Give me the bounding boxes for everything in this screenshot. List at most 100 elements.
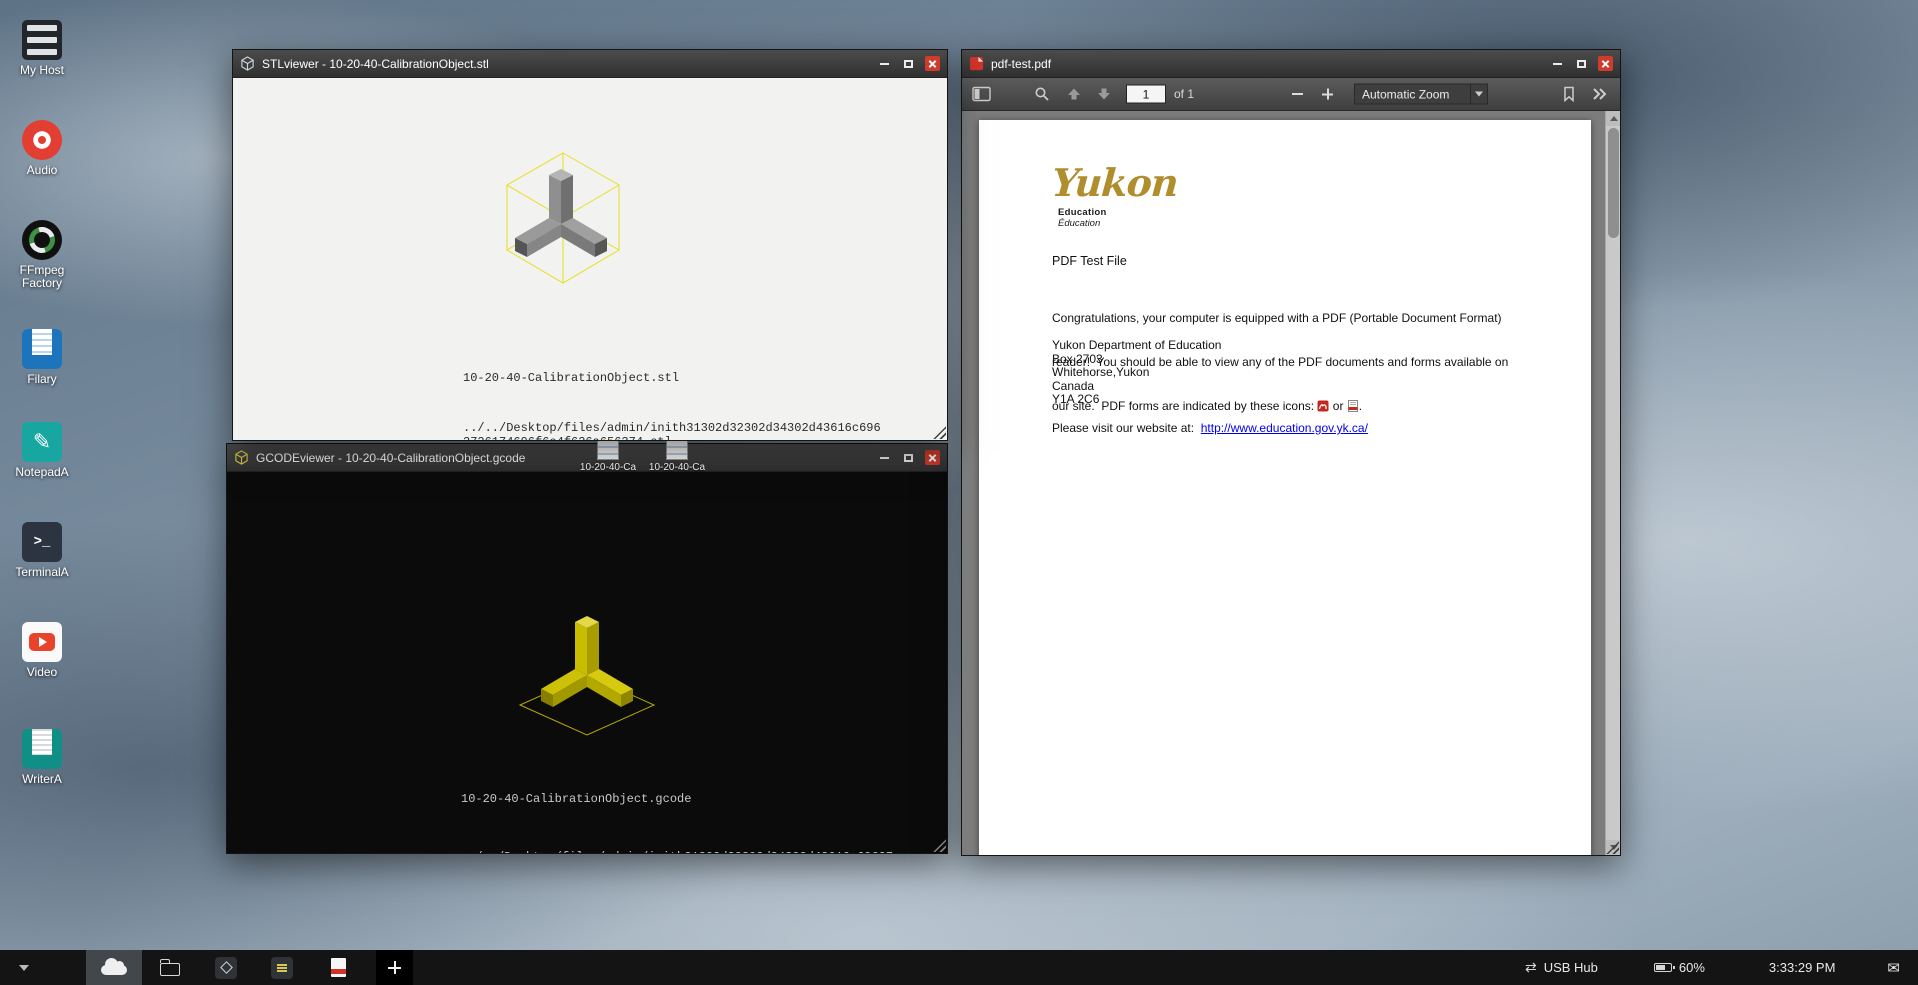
zoom-level-select[interactable]: Automatic Zoom bbox=[1354, 84, 1488, 105]
window-title: GCODEviewer - 10-20-40-CalibrationObject… bbox=[256, 451, 870, 465]
desktop-icon-terminala[interactable]: >_ TerminalA bbox=[10, 522, 74, 579]
taskbar-stl-app[interactable] bbox=[198, 950, 254, 985]
gcode-3d-model bbox=[512, 587, 662, 737]
resize-grip[interactable] bbox=[930, 836, 946, 852]
taskbar-expand-caret[interactable] bbox=[18, 965, 30, 971]
taskbar-gcode-app[interactable] bbox=[254, 950, 310, 985]
notepad-icon: ✎ bbox=[22, 422, 62, 462]
page-up-icon[interactable] bbox=[1066, 87, 1082, 102]
desktop-icon-ffmpeg-factory[interactable]: FFmpeg Factory bbox=[10, 220, 74, 290]
stl-filename: 10-20-40-CalibrationObject.stl bbox=[463, 371, 881, 385]
zoom-out-icon[interactable] bbox=[1292, 93, 1303, 95]
search-icon[interactable] bbox=[1034, 86, 1050, 102]
pdf-titlebar[interactable]: pdf-test.pdf bbox=[962, 50, 1620, 78]
zoom-level-value: Automatic Zoom bbox=[1362, 87, 1449, 101]
taskbar-file-manager[interactable] bbox=[142, 950, 198, 985]
close-button[interactable] bbox=[925, 450, 940, 465]
audio-icon bbox=[22, 120, 62, 160]
layers-app-icon bbox=[271, 957, 293, 979]
scrollbar-thumb[interactable] bbox=[1608, 128, 1619, 238]
folder-icon bbox=[160, 963, 180, 976]
pdf-document-icon bbox=[331, 958, 346, 977]
usb-switch-icon: ⇄ bbox=[1525, 959, 1537, 976]
desktop-icon-filary[interactable]: Filary bbox=[10, 322, 74, 386]
desktop-icon-label: Audio bbox=[10, 164, 74, 177]
desktop-icon-label: WriterA bbox=[10, 773, 74, 786]
battery-percent: 60% bbox=[1679, 960, 1705, 975]
stl-app-icon bbox=[240, 56, 255, 71]
gcode-viewport[interactable]: 10-20-40-CalibrationObject.gcode ../../D… bbox=[227, 472, 947, 853]
page-count-label: of 1 bbox=[1174, 87, 1194, 101]
battery-icon bbox=[1654, 963, 1672, 972]
server-icon bbox=[22, 20, 62, 60]
stl-filepath: ../../Desktop/files/admin/inith31302d323… bbox=[463, 421, 881, 440]
maximize-button[interactable] bbox=[1574, 56, 1589, 71]
taskbar-add-button[interactable] bbox=[376, 950, 413, 985]
vertical-scrollbar[interactable] bbox=[1605, 111, 1620, 855]
clock[interactable]: 3:33:29 PM bbox=[1769, 960, 1836, 975]
website-line: Please visit our website at: http://www.… bbox=[1052, 421, 1368, 435]
window-title: STLviewer - 10-20-40-CalibrationObject.s… bbox=[262, 57, 870, 71]
gcode-file-info: 10-20-40-CalibrationObject.gcode ../../D… bbox=[461, 762, 893, 853]
desktop-icon-label: Video bbox=[10, 666, 74, 679]
video-player-icon bbox=[22, 622, 62, 662]
window-title: pdf-test.pdf bbox=[991, 57, 1543, 71]
pdf-document-area[interactable]: Yukon Education Éducation PDF Test File … bbox=[962, 111, 1620, 855]
pdf-heading: PDF Test File bbox=[1052, 254, 1127, 268]
mail-icon[interactable]: ✉ bbox=[1887, 959, 1900, 977]
system-tray: ⇄ USB Hub 60% 3:33:29 PM ✉ bbox=[1525, 959, 1918, 977]
yukon-wordmark: Yukon bbox=[1050, 160, 1179, 205]
address-block: Yukon Department of Education Box 2703 W… bbox=[1052, 339, 1221, 407]
bookmark-icon[interactable] bbox=[1562, 86, 1576, 102]
desktop-icon-label: NotepadA bbox=[10, 466, 74, 479]
maximize-button[interactable] bbox=[901, 56, 916, 71]
desktop-icon-label: TerminalA bbox=[10, 566, 74, 579]
writer-icon bbox=[22, 729, 62, 769]
plus-icon bbox=[388, 961, 401, 974]
website-link[interactable]: http://www.education.gov.yk.ca/ bbox=[1201, 421, 1368, 435]
gcode-app-icon bbox=[234, 450, 249, 465]
battery-status[interactable]: 60% bbox=[1654, 960, 1705, 975]
stl-file-info: 10-20-40-CalibrationObject.stl ../../Des… bbox=[463, 343, 881, 440]
desktop-icon-notepada[interactable]: ✎ NotepadA bbox=[10, 422, 74, 479]
toolbar-overflow-icon[interactable] bbox=[1591, 87, 1608, 102]
minimize-button[interactable] bbox=[1550, 56, 1565, 71]
desktop-icon-label: Filary bbox=[10, 373, 74, 386]
terminal-icon: >_ bbox=[22, 522, 62, 562]
desktop-icon-video[interactable]: Video bbox=[10, 622, 74, 679]
cube-app-icon bbox=[215, 957, 237, 979]
stl-titlebar[interactable]: STLviewer - 10-20-40-CalibrationObject.s… bbox=[233, 50, 947, 78]
taskbar: ⇄ USB Hub 60% 3:33:29 PM ✉ bbox=[0, 950, 1918, 985]
page-down-icon[interactable] bbox=[1096, 87, 1112, 102]
stl-viewport[interactable]: 10-20-40-CalibrationObject.stl ../../Des… bbox=[233, 78, 947, 440]
cloud-icon bbox=[101, 965, 127, 975]
gcode-viewer-window: GCODEviewer - 10-20-40-CalibrationObject… bbox=[226, 443, 948, 854]
desktop-icon-label: My Host bbox=[10, 64, 74, 77]
chevron-down-icon bbox=[1470, 85, 1487, 104]
resize-grip[interactable] bbox=[930, 423, 946, 439]
usb-hub-label: USB Hub bbox=[1544, 960, 1598, 975]
desktop-icon-audio[interactable]: Audio bbox=[10, 120, 74, 177]
close-button[interactable] bbox=[925, 56, 940, 71]
close-button[interactable] bbox=[1598, 56, 1613, 71]
desktop-icon-writera[interactable]: WriterA bbox=[10, 722, 74, 786]
sidebar-toggle-icon[interactable] bbox=[972, 87, 991, 102]
page-number-input[interactable] bbox=[1126, 85, 1166, 104]
pdf-app-icon bbox=[969, 56, 984, 71]
scroll-up-icon[interactable] bbox=[1606, 111, 1620, 126]
acrobat-reader-icon bbox=[1317, 400, 1329, 412]
usb-hub-status[interactable]: ⇄ USB Hub bbox=[1525, 959, 1598, 976]
minimize-button[interactable] bbox=[877, 450, 892, 465]
taskbar-pdf-app[interactable] bbox=[310, 950, 366, 985]
pdf-page: Yukon Education Éducation PDF Test File … bbox=[979, 120, 1591, 855]
maximize-button[interactable] bbox=[901, 450, 916, 465]
zoom-in-icon[interactable] bbox=[1322, 89, 1333, 100]
minimize-button[interactable] bbox=[877, 56, 892, 71]
gcode-filename: 10-20-40-CalibrationObject.gcode bbox=[461, 792, 893, 807]
file-manager-icon bbox=[22, 329, 62, 369]
pdf-viewer-window: pdf-test.pdf of 1 bbox=[961, 49, 1621, 856]
taskbar-cloud-app[interactable] bbox=[86, 950, 142, 985]
desktop-icon-my-host[interactable]: My Host bbox=[10, 20, 74, 77]
ffmpeg-icon bbox=[22, 220, 62, 260]
pdf-form-icon bbox=[1347, 400, 1359, 412]
